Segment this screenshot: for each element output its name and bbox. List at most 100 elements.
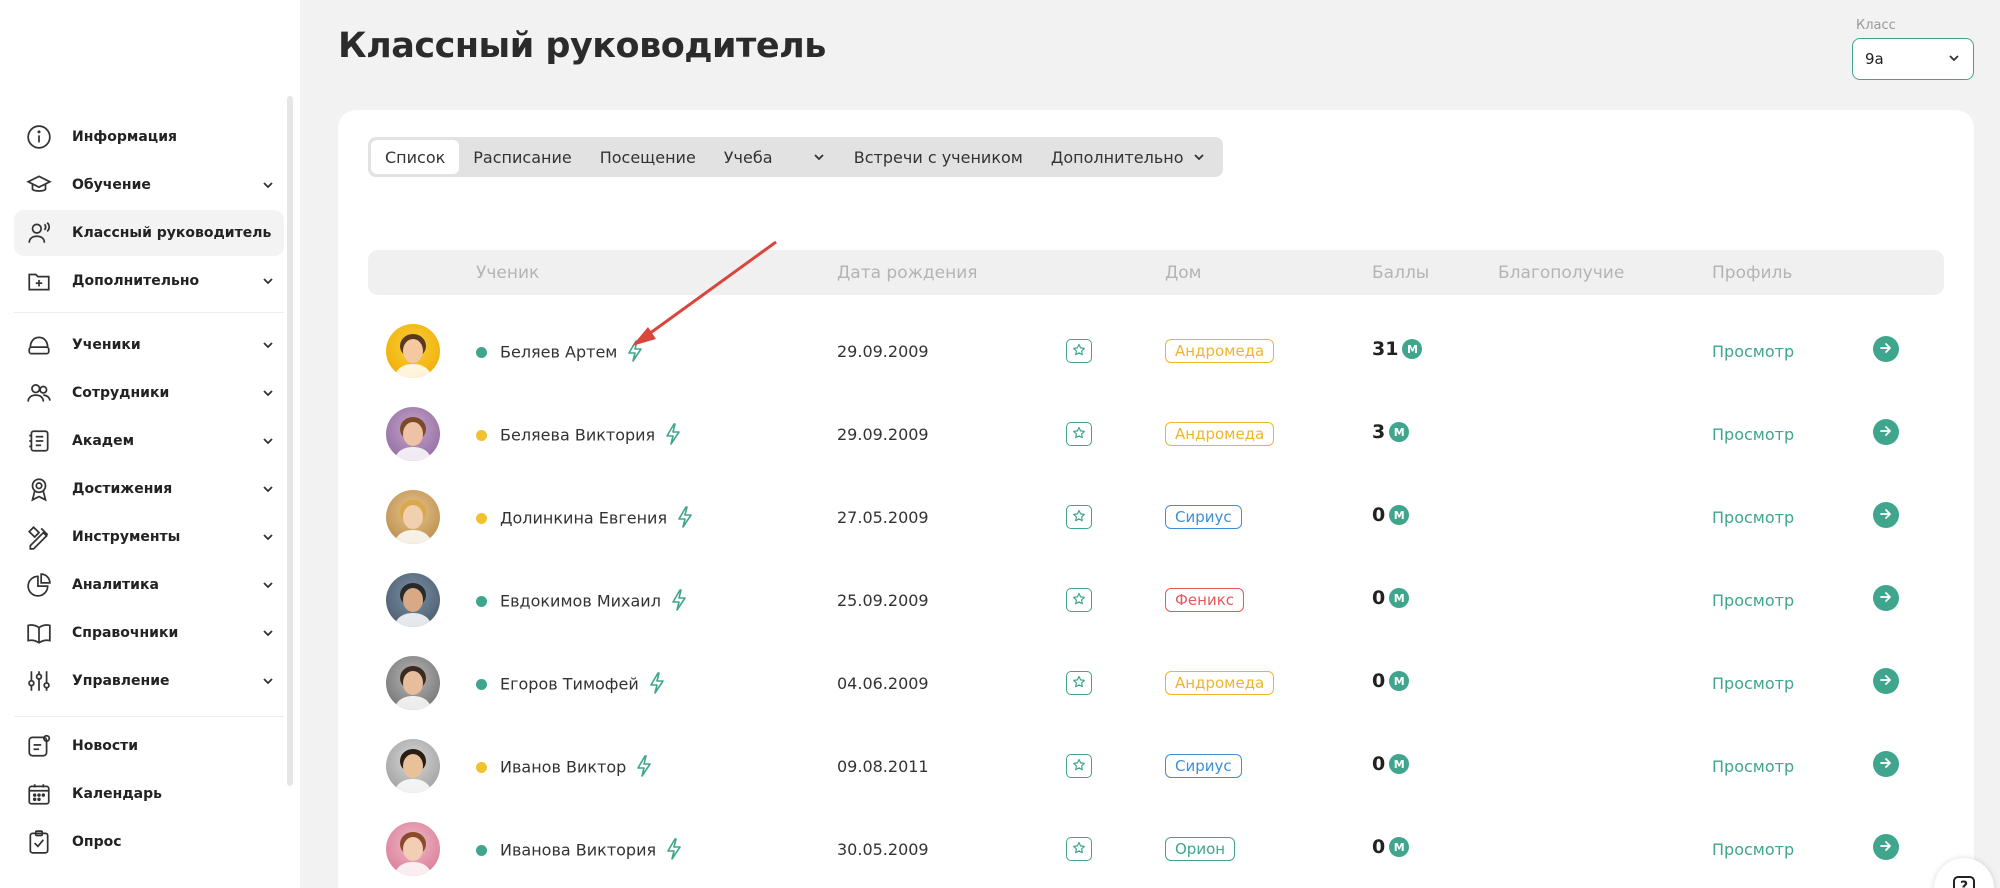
view-profile-link[interactable]: Просмотр <box>1712 840 1794 859</box>
go-arrow-button[interactable] <box>1873 834 1899 860</box>
chevron-down-icon[interactable] <box>258 671 278 691</box>
chevron-down-icon[interactable] <box>258 575 278 595</box>
book-icon <box>24 618 54 648</box>
view-profile-link[interactable]: Просмотр <box>1712 508 1794 527</box>
chevron-down-icon[interactable] <box>258 479 278 499</box>
star-button[interactable] <box>1066 422 1092 446</box>
star-icon <box>1072 840 1086 859</box>
sidebar-item-analytics[interactable]: Аналитика <box>14 562 284 608</box>
header-house[interactable]: Дом <box>1165 263 1202 283</box>
sidebar-item-class-teacher[interactable]: Классный руководитель <box>14 210 284 256</box>
calendar-icon <box>24 779 54 809</box>
lightning-icon[interactable] <box>665 423 681 449</box>
sidebar-item-info[interactable]: Информация <box>14 114 284 160</box>
sidebar-item-learning[interactable]: Обучение <box>14 162 284 208</box>
sidebar-item-achievements[interactable]: Достижения <box>14 466 284 512</box>
academic-icon <box>24 426 54 456</box>
star-button[interactable] <box>1066 588 1092 612</box>
lightning-icon[interactable] <box>627 340 643 366</box>
table-row[interactable]: Егоров Тимофей 04.06.2009 Андромеда 0 M Просм… <box>368 642 1944 724</box>
header-points[interactable]: Баллы <box>1372 263 1429 283</box>
lightning-icon[interactable] <box>636 755 652 781</box>
avatar[interactable] <box>386 739 440 793</box>
table-row[interactable]: Беляев Артем 29.09.2009 Андромеда 31 M Просмо… <box>368 310 1944 392</box>
avatar[interactable] <box>386 822 440 876</box>
sidebar-item-academic[interactable]: Академ <box>14 418 284 464</box>
go-arrow-button[interactable] <box>1873 336 1899 362</box>
sidebar-item-label: Инструменты <box>72 529 181 545</box>
tab-list[interactable]: Список <box>371 140 460 174</box>
sidebar-item-students[interactable]: Ученики <box>14 322 284 368</box>
view-profile-link[interactable]: Просмотр <box>1712 591 1794 610</box>
star-button[interactable] <box>1066 339 1092 363</box>
status-dot <box>476 596 487 607</box>
chevron-down-icon[interactable] <box>258 175 278 195</box>
sidebar-item-references[interactable]: Справочники <box>14 610 284 656</box>
student-name[interactable]: Долинкина Евгения <box>500 506 693 532</box>
tab-attendance[interactable]: Посещение <box>586 140 710 174</box>
table-row[interactable]: Иванова Виктория 30.05.2009 Орион 0 M Просмот… <box>368 808 1944 888</box>
status-dot <box>476 845 487 856</box>
students-icon <box>24 330 54 360</box>
header-profile[interactable]: Профиль <box>1712 263 1792 283</box>
lightning-icon[interactable] <box>677 506 693 532</box>
go-arrow-button[interactable] <box>1873 751 1899 777</box>
student-name[interactable]: Беляев Артем <box>500 340 643 366</box>
chevron-down-icon[interactable] <box>258 383 278 403</box>
avatar[interactable] <box>386 656 440 710</box>
header-dob[interactable]: Дата рождения <box>837 263 978 283</box>
student-name[interactable]: Беляева Виктория <box>500 423 681 449</box>
star-button[interactable] <box>1066 754 1092 778</box>
view-profile-link[interactable]: Просмотр <box>1712 674 1794 693</box>
chevron-down-icon[interactable] <box>258 431 278 451</box>
class-select[interactable]: 9а <box>1852 38 1974 80</box>
lightning-icon[interactable] <box>671 589 687 615</box>
sidebar-scrollbar[interactable] <box>287 96 293 786</box>
table-row[interactable]: Беляева Виктория 29.09.2009 Андромеда 3 M Про… <box>368 393 1944 475</box>
student-name[interactable]: Егоров Тимофей <box>500 672 665 698</box>
header-wellbeing[interactable]: Благополучие <box>1498 263 1624 283</box>
sidebar-item-tools[interactable]: Инструменты <box>14 514 284 560</box>
go-arrow-button[interactable] <box>1873 585 1899 611</box>
avatar[interactable] <box>386 573 440 627</box>
go-arrow-button[interactable] <box>1873 668 1899 694</box>
coin-icon: M <box>1389 671 1410 691</box>
sidebar-item-calendar[interactable]: Календарь <box>14 771 284 817</box>
table-row[interactable]: Евдокимов Михаил 25.09.2009 Феникс 0 M Просмо… <box>368 559 1944 641</box>
student-name-text: Беляев Артем <box>500 342 618 362</box>
star-button[interactable] <box>1066 671 1092 695</box>
tab-study[interactable]: Учеба <box>710 140 840 174</box>
tab-schedule[interactable]: Расписание <box>459 140 585 174</box>
go-arrow-button[interactable] <box>1873 502 1899 528</box>
go-arrow-button[interactable] <box>1873 419 1899 445</box>
table-row[interactable]: Долинкина Евгения 27.05.2009 Сириус 0 M Просм… <box>368 476 1944 558</box>
view-profile-link[interactable]: Просмотр <box>1712 425 1794 444</box>
chevron-down-icon[interactable] <box>258 527 278 547</box>
student-name[interactable]: Иванова Виктория <box>500 838 682 864</box>
avatar[interactable] <box>386 407 440 461</box>
view-profile-link[interactable]: Просмотр <box>1712 757 1794 776</box>
tab-student-meetings[interactable]: Встречи с учеником <box>840 140 1037 174</box>
chevron-down-icon[interactable] <box>258 623 278 643</box>
sidebar-item-news[interactable]: Новости <box>14 723 284 769</box>
avatar[interactable] <box>386 490 440 544</box>
star-button[interactable] <box>1066 837 1092 861</box>
sidebar-item-survey[interactable]: Опрос <box>14 819 284 865</box>
sidebar-item-staff[interactable]: Сотрудники <box>14 370 284 416</box>
header-student[interactable]: Ученик <box>476 263 539 283</box>
table-row[interactable]: Иванов Виктор 09.08.2011 Сириус 0 M Просмотр <box>368 725 1944 807</box>
sidebar-item-additional[interactable]: Дополнительно <box>14 258 284 304</box>
avatar[interactable] <box>386 324 440 378</box>
lightning-icon[interactable] <box>649 672 665 698</box>
sidebar: Информация Обучение Классный руководител… <box>0 0 300 888</box>
chevron-down-icon[interactable] <box>258 335 278 355</box>
student-name[interactable]: Евдокимов Михаил <box>500 589 687 615</box>
chevron-down-icon[interactable] <box>258 271 278 291</box>
sidebar-item-management[interactable]: Управление <box>14 658 284 704</box>
lightning-icon[interactable] <box>666 838 682 864</box>
student-name[interactable]: Иванов Виктор <box>500 755 652 781</box>
view-profile-link[interactable]: Просмотр <box>1712 342 1794 361</box>
star-button[interactable] <box>1066 505 1092 529</box>
tab-additional[interactable]: Дополнительно <box>1037 140 1220 174</box>
tab-bar: Список Расписание Посещение Учеба Встреч… <box>368 137 1223 177</box>
